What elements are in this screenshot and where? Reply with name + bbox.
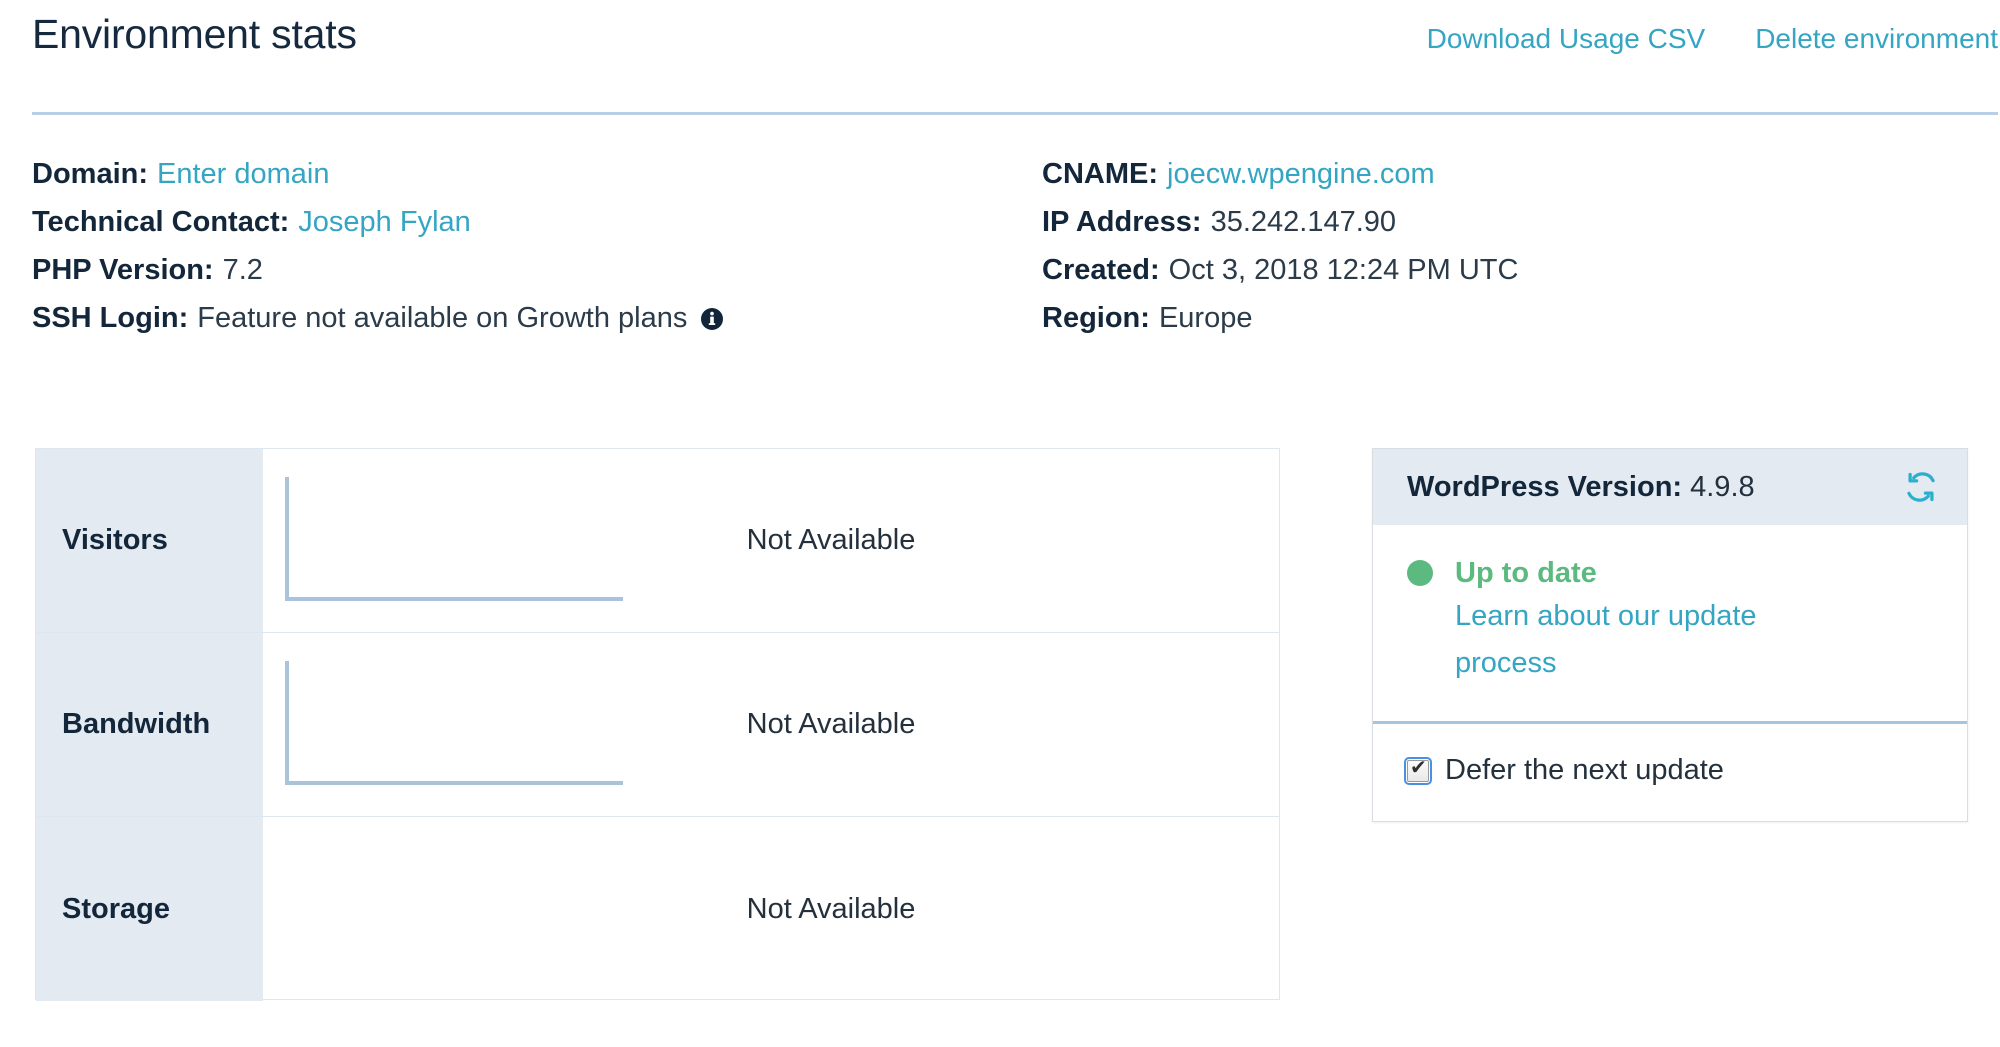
meta-row-cname: CNAME: joecw.wpengine.com [1042,158,1942,191]
meta-value-php-version: 7.2 [222,254,263,286]
update-status-text: Up to date Learn about our update proces… [1455,553,1835,687]
stats-body-visitors: Not Available [263,449,1279,632]
wordpress-version-line: WordPress Version: 4.9.8 [1407,471,1755,504]
meta-label-created: Created: [1042,254,1160,286]
meta-label-region: Region: [1042,302,1150,334]
table-row: Bandwidth Not Available [36,633,1279,817]
page-title: Environment stats [32,11,357,57]
meta-label-php-version: PHP Version: [32,254,214,286]
environment-meta: Domain: Enter domain Technical Contact: … [32,158,1998,335]
bandwidth-chart-axes [285,661,623,785]
status-badge: Up to date [1455,557,1597,589]
wordpress-card-body: Up to date Learn about our update proces… [1373,525,1967,724]
stats-label-storage: Storage [36,817,263,1001]
meta-row-ssh-login: SSH Login: Feature not available on Grow… [32,302,1042,335]
meta-row-technical-contact: Technical Contact: Joseph Fylan [32,206,1042,239]
meta-value-created: Oct 3, 2018 12:24 PM UTC [1168,254,1519,286]
stats-value-bandwidth: Not Available [746,708,916,740]
meta-label-cname: CNAME: [1042,158,1158,190]
table-row: Visitors Not Available [36,449,1279,633]
info-icon[interactable] [700,307,724,331]
meta-label-domain: Domain: [32,158,148,190]
meta-column-left: Domain: Enter domain Technical Contact: … [32,158,1042,335]
learn-about-update-process-link[interactable]: Learn about our update process [1455,593,1835,687]
stats-body-bandwidth: Not Available [263,633,1279,816]
stats-label-bandwidth: Bandwidth [36,633,263,816]
meta-label-ssh-login: SSH Login: [32,302,189,334]
table-row: Storage Not Available [36,817,1279,1001]
meta-label-ip-address: IP Address: [1042,206,1202,238]
status-dot-icon [1407,560,1433,586]
header-divider [32,112,1998,115]
visitors-chart-axes [285,477,623,601]
stats-value-storage: Not Available [746,892,916,925]
download-usage-csv-link[interactable]: Download Usage CSV [1427,23,1706,55]
wordpress-version-label: WordPress Version: [1407,470,1683,503]
wordpress-card-header: WordPress Version: 4.9.8 [1373,449,1967,525]
header-actions: Download Usage CSV Delete environment [1427,23,2000,55]
meta-row-domain: Domain: Enter domain [32,158,1042,191]
stats-value-visitors: Not Available [746,524,916,556]
meta-value-cname[interactable]: joecw.wpengine.com [1167,158,1435,191]
meta-value-technical-contact[interactable]: Joseph Fylan [298,206,471,239]
meta-row-ip-address: IP Address: 35.242.147.90 [1042,206,1942,239]
defer-next-update-label[interactable]: Defer the next update [1445,754,1724,787]
meta-row-region: Region: Europe [1042,302,1942,335]
delete-environment-link[interactable]: Delete environment [1755,23,1998,55]
defer-next-update-checkbox[interactable] [1404,756,1432,785]
wordpress-version-value: 4.9.8 [1690,470,1755,503]
update-status: Up to date Learn about our update proces… [1407,553,1933,687]
wordpress-card-footer: Defer the next update [1373,724,1967,821]
meta-label-technical-contact: Technical Contact: [32,206,290,238]
meta-value-domain[interactable]: Enter domain [157,158,330,191]
meta-value-region: Europe [1158,302,1253,334]
page-header: Environment stats Download Usage CSV Del… [32,14,2000,55]
usage-stats-table: Visitors Not Available Bandwidth Not Ava… [35,448,1280,1001]
meta-value-ip-address: 35.242.147.90 [1210,206,1397,238]
meta-row-php-version: PHP Version: 7.2 [32,254,1042,287]
meta-value-ssh-login: Feature not available on Growth plans [197,302,688,334]
refresh-icon[interactable] [1903,469,1939,505]
meta-column-right: CNAME: joecw.wpengine.com IP Address: 35… [1042,158,1942,335]
environment-stats-page: Environment stats Download Usage CSV Del… [0,0,2000,1047]
stats-label-visitors: Visitors [36,449,263,632]
stats-body-storage: Not Available [263,817,1279,1001]
wordpress-version-card: WordPress Version: 4.9.8 Up to date Lear… [1372,448,1968,822]
meta-row-created: Created: Oct 3, 2018 12:24 PM UTC [1042,254,1942,287]
